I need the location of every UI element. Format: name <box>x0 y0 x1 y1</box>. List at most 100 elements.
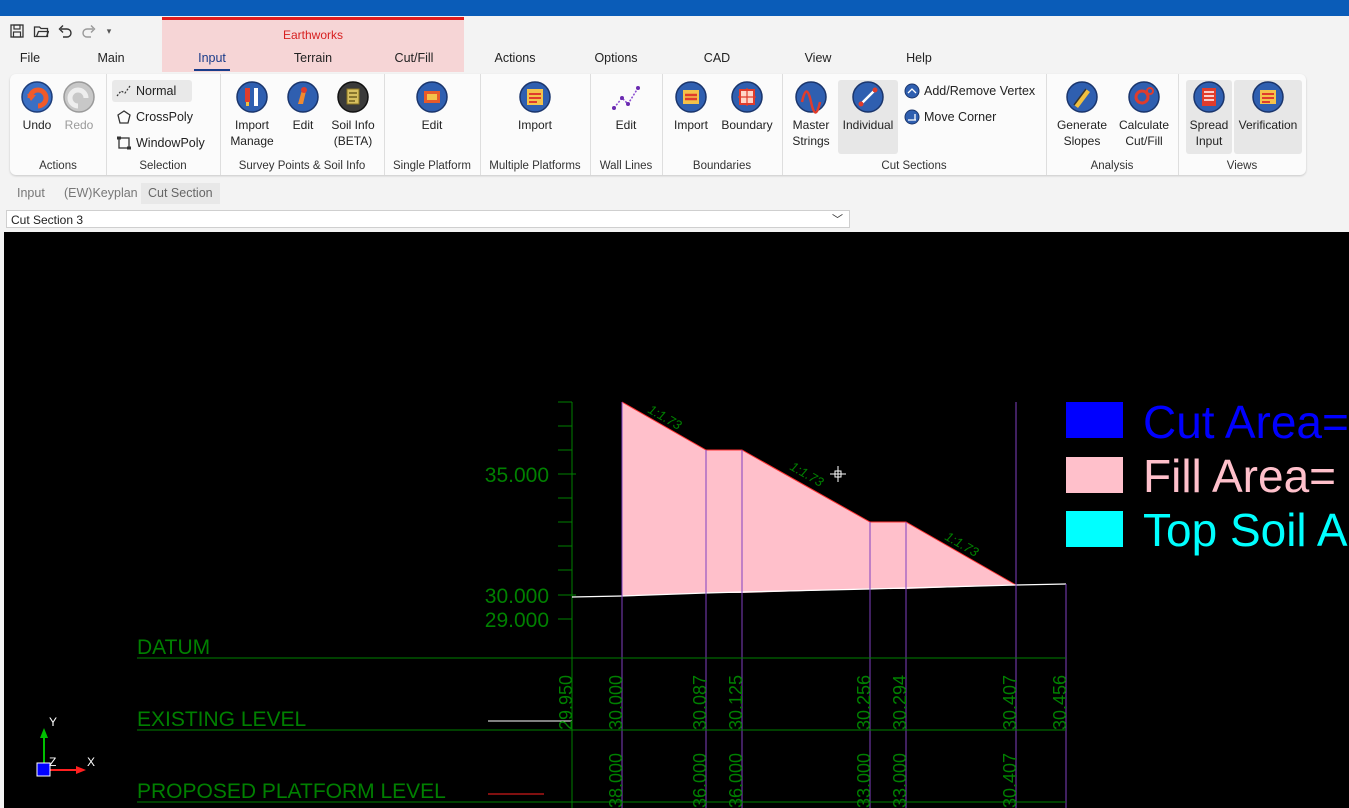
doc-tab-input[interactable]: Input <box>10 183 52 204</box>
ribbon-group-selection: Normal CrossPoly WindowPoly Selection <box>106 74 221 175</box>
customize-toolbar-icon[interactable]: ▾ <box>104 22 114 40</box>
fill-area-shape <box>622 402 1016 596</box>
generate-slopes-label-1: Generate <box>1056 118 1108 132</box>
master-strings-button[interactable]: Master Strings <box>788 80 834 149</box>
tab-options[interactable]: Options <box>588 48 644 68</box>
y-axis-label: Y <box>49 715 57 729</box>
tab-actions[interactable]: Actions <box>488 48 542 68</box>
proposed-value: 38.000 <box>606 753 626 808</box>
legend-topsoil-label: Top Soil A <box>1143 504 1348 556</box>
multiple-platforms-import-button[interactable]: Import <box>508 80 562 133</box>
drawing-canvas[interactable]: 35.000 30.000 29.000 1:1.73 1:1.73 1:1.7… <box>4 232 1349 808</box>
row-label-proposed-platform-level: PROPOSED PLATFORM LEVEL <box>137 780 446 803</box>
single-platform-edit-button[interactable]: Edit <box>408 80 456 133</box>
level-label-30: 30.000 <box>485 585 549 608</box>
open-folder-icon[interactable] <box>32 22 50 40</box>
group-label-cut-sections: Cut Sections <box>881 160 947 172</box>
tab-file[interactable]: File <box>10 48 50 68</box>
normal-select-icon <box>116 85 131 97</box>
z-axis-label: Z <box>49 755 56 769</box>
cut-section-select-value: Cut Section 3 <box>11 213 84 227</box>
soil-info-label-2: (BETA) <box>333 134 373 148</box>
boundaries-import-button[interactable]: Import <box>668 80 714 133</box>
individual-button[interactable]: Individual <box>838 80 898 154</box>
cut-section-select[interactable]: Cut Section 3 ﹀ <box>6 210 850 228</box>
redo-icon <box>63 81 95 113</box>
generate-slopes-label-2: Slopes <box>1063 134 1101 148</box>
row-label-datum: DATUM <box>137 636 210 659</box>
normal-label: Normal <box>136 84 177 98</box>
tab-input[interactable]: Input <box>192 48 232 71</box>
boundaries-import-label: Import <box>673 118 708 132</box>
wall-lines-icon <box>612 86 640 110</box>
ribbon-group-boundaries: Import Boundary Boundaries <box>662 74 783 175</box>
existing-value: 29.950 <box>556 675 576 730</box>
undo-label: Undo <box>22 118 52 132</box>
individual-section-icon <box>852 81 884 113</box>
generate-slopes-icon <box>1066 81 1098 113</box>
crosshair-cursor-icon <box>830 466 846 482</box>
redo-icon[interactable] <box>80 22 98 40</box>
tab-cad[interactable]: CAD <box>698 48 736 68</box>
ucs-axis-icon: Y Z X <box>36 715 95 777</box>
ribbon-group-survey-points: Import Manage Edit Soil Info (BETA) Surv… <box>220 74 385 175</box>
ribbon-group-actions: Undo Redo Actions <box>10 74 107 175</box>
doc-tab-ew-keyplan[interactable]: (EW)Keyplan <box>57 183 145 204</box>
ribbon-panel: Undo Redo Actions Normal CrossPoly Windo… <box>10 74 1306 175</box>
existing-value: 30.294 <box>890 675 910 730</box>
redo-label: Redo <box>64 118 94 132</box>
existing-value: 30.456 <box>1050 675 1070 730</box>
group-label-actions: Actions <box>39 160 77 172</box>
tab-cut-fill[interactable]: Cut/Fill <box>388 48 440 68</box>
import-manage-button[interactable]: Import Manage <box>226 80 278 149</box>
tab-terrain[interactable]: Terrain <box>288 48 338 68</box>
add-remove-vertex-icon <box>904 83 920 99</box>
window-title-bar <box>0 0 1349 16</box>
calculate-cut-fill-label-2: Cut/Fill <box>1125 134 1163 148</box>
add-remove-vertex-button[interactable]: Add/Remove Vertex <box>900 80 1048 102</box>
chevron-down-icon: ﹀ <box>832 214 843 226</box>
soil-info-button[interactable]: Soil Info (BETA) <box>328 80 378 149</box>
tick-marks <box>558 401 576 808</box>
tab-main[interactable]: Main <box>90 48 132 68</box>
proposed-value: 33.000 <box>890 753 910 808</box>
legend-fill-label: Fill Area= <box>1143 450 1336 502</box>
proposed-value: 36.000 <box>690 753 710 808</box>
single-platform-edit-label: Edit <box>421 118 443 132</box>
boundary-button[interactable]: Boundary <box>718 80 776 133</box>
calculate-cut-fill-icon <box>1128 81 1160 113</box>
ribbon-group-multiple-platforms: Import Multiple Platforms <box>480 74 591 175</box>
existing-value: 30.000 <box>606 675 626 730</box>
multiple-platforms-icon <box>519 81 551 113</box>
soil-info-icon <box>337 81 369 113</box>
crosspoly-selection-button[interactable]: CrossPoly <box>112 106 210 128</box>
calculate-cut-fill-button[interactable]: Calculate Cut/Fill <box>1114 80 1174 149</box>
verification-button[interactable]: Verification <box>1234 80 1302 154</box>
quick-access-toolbar: ▾ <box>8 20 114 42</box>
redo-button[interactable]: Redo <box>60 80 98 133</box>
group-label-wall-lines: Wall Lines <box>599 160 653 172</box>
undo-button[interactable]: Undo <box>18 80 56 133</box>
legend-cut-label: Cut Area= <box>1143 396 1349 448</box>
tab-view[interactable]: View <box>798 48 838 68</box>
doc-tab-cut-section[interactable]: Cut Section <box>141 183 220 204</box>
wall-lines-edit-button[interactable]: Edit <box>602 80 650 133</box>
tab-help[interactable]: Help <box>898 48 940 68</box>
add-remove-vertex-label: Add/Remove Vertex <box>924 84 1036 98</box>
move-corner-button[interactable]: Move Corner <box>900 106 1018 128</box>
normal-selection-button[interactable]: Normal <box>112 80 192 102</box>
import-manage-label-2: Manage <box>230 134 274 148</box>
ribbon-group-wall-lines: Edit Wall Lines <box>590 74 663 175</box>
generate-slopes-button[interactable]: Generate Slopes <box>1052 80 1112 149</box>
wall-lines-edit-label: Edit <box>615 118 637 132</box>
proposed-level-values: 38.000 36.000 36.000 33.000 33.000 30.40… <box>606 753 1020 808</box>
survey-edit-button[interactable]: Edit <box>284 80 322 133</box>
import-manage-label-1: Import <box>234 118 269 132</box>
spread-input-label-1: Spread <box>1189 118 1229 132</box>
master-strings-label-1: Master <box>792 118 830 132</box>
save-icon[interactable] <box>8 22 26 40</box>
spread-input-button[interactable]: Spread Input <box>1186 80 1232 154</box>
undo-icon[interactable] <box>56 22 74 40</box>
windowpoly-selection-button[interactable]: WindowPoly <box>112 132 220 154</box>
ribbon-group-cut-sections: Master Strings Individual Add/Remove Ver… <box>782 74 1047 175</box>
